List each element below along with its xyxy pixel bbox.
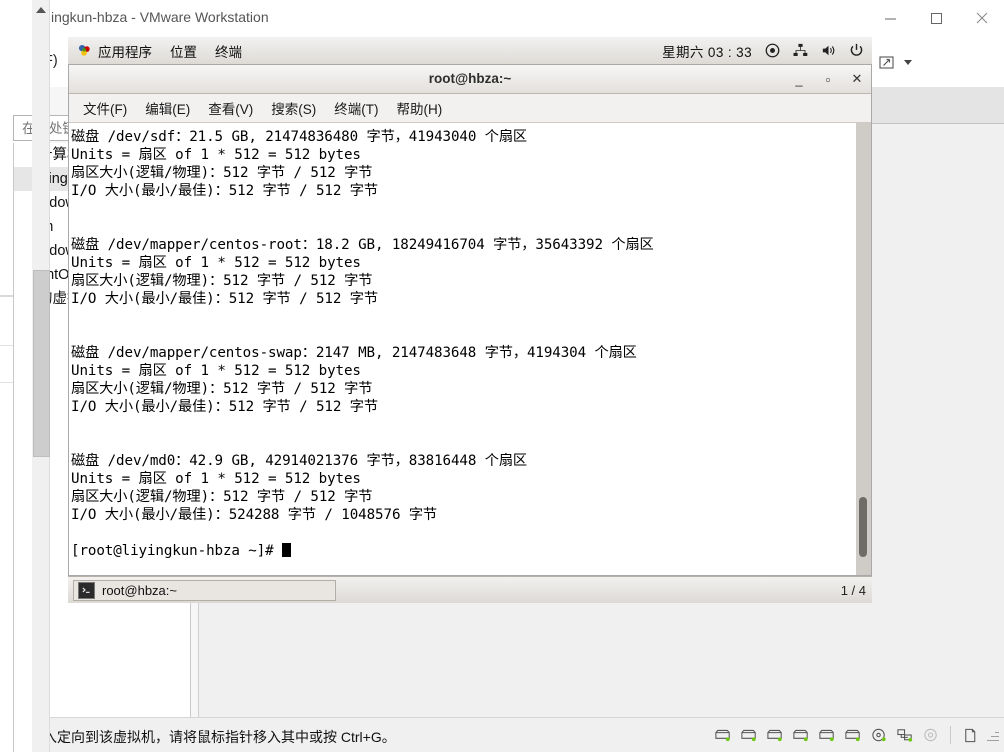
- hard-disk-1-icon[interactable]: [712, 725, 734, 745]
- hard-disk-3-icon[interactable]: [764, 725, 786, 745]
- gnome-foot-icon: [78, 44, 90, 56]
- printer-icon[interactable]: [959, 725, 981, 745]
- maximize-button[interactable]: [913, 0, 959, 36]
- gnome-top-panel: 应用程序 位置 终端 星期六 03 : 33: [68, 37, 872, 65]
- terminal-close-button[interactable]: ✕: [851, 71, 863, 87]
- applications-label: 应用程序: [98, 44, 152, 60]
- usb-device-icon[interactable]: [920, 725, 942, 745]
- terminal-title-bar: root@hbza:~ _ ▫ ✕: [69, 65, 871, 94]
- taskbar-window-label: root@hbza:~: [102, 583, 177, 598]
- network-adapter-icon[interactable]: [894, 725, 916, 745]
- terminal-scroll-thumb[interactable]: [859, 497, 867, 557]
- minimize-button[interactable]: [867, 0, 913, 36]
- status-bar: 入定向到该虚拟机，请将鼠标指针移入其中或按 Ctrl+G。: [33, 717, 1004, 752]
- hard-disk-6-icon[interactable]: [842, 725, 864, 745]
- vmware-workstation-screen: ingkun-hbza - VMware Workstation F) 编辑(E…: [0, 0, 1004, 752]
- gnome-places-menu[interactable]: 位置: [161, 37, 206, 64]
- terminal-menu-terminal[interactable]: 终端(T): [325, 95, 387, 121]
- window-scroll-thumb[interactable]: [33, 270, 50, 457]
- status-device-icons: [712, 723, 999, 747]
- status-separator: [950, 726, 951, 744]
- close-button[interactable]: [959, 0, 1004, 36]
- terminal-scrollbar[interactable]: [856, 123, 871, 575]
- terminal-menu-edit[interactable]: 编辑(E): [136, 95, 199, 121]
- volume-icon[interactable]: [819, 41, 838, 60]
- terminal-menu-search[interactable]: 搜索(S): [262, 95, 325, 121]
- vmware-main-window: ingkun-hbza - VMware Workstation F) 编辑(E…: [13, 0, 1004, 752]
- terminal-window: root@hbza:~ _ ▫ ✕ 文件(F) 编辑(E) 查看(V) 搜索(S…: [68, 64, 872, 576]
- gnome-bottom-panel: root@hbza:~ 1 / 4: [68, 576, 872, 603]
- title-bar: ingkun-hbza - VMware Workstation: [33, 0, 1004, 36]
- window-title: ingkun-hbza - VMware Workstation: [51, 9, 269, 25]
- terminal-cursor: [282, 543, 292, 557]
- terminal-menu-help[interactable]: 帮助(H): [388, 95, 452, 121]
- stretch-guest-button[interactable]: [871, 47, 901, 77]
- taskbar-window-button[interactable]: root@hbza:~: [73, 580, 336, 601]
- hard-disk-4-icon[interactable]: [790, 725, 812, 745]
- terminal-body[interactable]: 磁盘 /dev/sdf：21.5 GB, 21474836480 字节，4194…: [69, 123, 871, 575]
- terminal-minimize-button[interactable]: _: [793, 72, 805, 87]
- power-icon[interactable]: [847, 41, 866, 60]
- terminal-output: 磁盘 /dev/sdf：21.5 GB, 21474836480 字节，4194…: [71, 128, 855, 560]
- terminal-menu-bar: 文件(F) 编辑(E) 查看(V) 搜索(S) 终端(T) 帮助(H): [69, 94, 871, 123]
- terminal-window-controls: _ ▫ ✕: [793, 65, 863, 93]
- status-message: 入定向到该虚拟机，请将鼠标指针移入其中或按 Ctrl+G。: [43, 729, 396, 745]
- terminal-title: root@hbza:~: [428, 71, 512, 86]
- network-icon[interactable]: [791, 41, 810, 60]
- hard-disk-2-icon[interactable]: [738, 725, 760, 745]
- terminal-icon: [78, 582, 95, 599]
- terminal-maximize-button[interactable]: ▫: [822, 72, 834, 87]
- resize-grip[interactable]: [985, 728, 999, 742]
- terminal-prompt: [root@liyingkun-hbza ~]#: [71, 543, 283, 559]
- cd-dvd-icon[interactable]: [868, 725, 890, 745]
- gnome-applications-menu[interactable]: 应用程序: [68, 37, 161, 64]
- window-controls: [867, 0, 1004, 36]
- window-vertical-scrollbar[interactable]: [32, 0, 50, 752]
- stretch-dropdown-icon[interactable]: [901, 47, 915, 77]
- terminal-menu-file[interactable]: 文件(F): [74, 95, 136, 121]
- gnome-terminal-menu[interactable]: 终端: [206, 37, 251, 64]
- workspace-switcher[interactable]: 1 / 4: [841, 580, 866, 601]
- accessibility-icon[interactable]: [763, 41, 782, 60]
- gnome-clock[interactable]: 星期六 03 : 33: [662, 37, 752, 64]
- terminal-menu-view[interactable]: 查看(V): [199, 95, 262, 121]
- scroll-up-arrow[interactable]: [32, 2, 49, 18]
- terminal-output-text: 磁盘 /dev/sdf：21.5 GB, 21474836480 字节，4194…: [71, 129, 654, 523]
- guest-display: 应用程序 位置 终端 星期六 03 : 33 root@hbza:~ _ ▫ ✕…: [68, 37, 872, 603]
- gnome-system-tray: [763, 37, 866, 64]
- hard-disk-5-icon[interactable]: [816, 725, 838, 745]
